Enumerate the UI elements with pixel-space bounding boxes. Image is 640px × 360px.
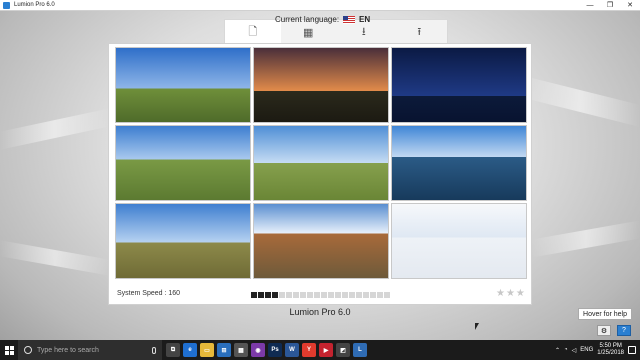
explorer-icon[interactable]: ▭	[200, 343, 214, 357]
media-icon[interactable]: ▶	[319, 343, 333, 357]
scene-thumbnail-desert-plain[interactable]	[115, 203, 251, 279]
sketchup-icon[interactable]: ◩	[336, 343, 350, 357]
edge-icon[interactable]: e	[183, 343, 197, 357]
scene-selection-panel: System Speed : 160 ★★★	[108, 43, 532, 305]
tab-save[interactable]: ⭱	[392, 20, 448, 45]
background-streak	[532, 220, 640, 258]
taskbar-apps: ⧉ e ▭ ⊞ ▦ ◉ Ps W Y ▶ ◩ L	[166, 343, 367, 357]
speed-meter-cell	[384, 292, 390, 298]
task-view-icon[interactable]: ⧉	[166, 343, 180, 357]
scene-thumbnail-grassland-day[interactable]	[115, 47, 251, 123]
product-name: Lumion Pro 6.0	[289, 307, 351, 317]
tab-new-scene[interactable]: 🗋	[225, 20, 281, 45]
network-icon[interactable]: ◔	[564, 347, 568, 353]
scene-thumbnail-mountain-plain[interactable]	[253, 125, 389, 201]
scene-thumbnail-hills-grass[interactable]	[115, 125, 251, 201]
speed-meter-cell	[363, 292, 369, 298]
window-title: Lumion Pro 6.0	[14, 2, 55, 8]
load-icon: ⭳	[361, 26, 366, 38]
language-label: Current language:	[275, 15, 340, 24]
scene-thumbnail-blank-scene[interactable]	[391, 203, 527, 279]
yandex-icon[interactable]: Y	[302, 343, 316, 357]
us-flag-icon[interactable]	[343, 15, 356, 24]
speed-meter-cell	[356, 292, 362, 298]
speed-meter-cell	[321, 292, 327, 298]
speed-meter-cell	[258, 292, 264, 298]
scene-thumbnail-sunset-plain[interactable]	[253, 47, 389, 123]
speed-meter-cell	[377, 292, 383, 298]
speed-meter-cell	[335, 292, 341, 298]
clock[interactable]: 5:50 PM 1/25/2018	[597, 343, 624, 357]
cortana-icon	[24, 346, 32, 354]
background-streak	[520, 75, 640, 127]
clock-date: 1/25/2018	[597, 350, 624, 356]
speed-meter-cell	[293, 292, 299, 298]
background-streak	[0, 240, 110, 276]
tray-chevron-icon[interactable]: ⌃	[555, 347, 560, 354]
notifications-icon[interactable]	[628, 346, 636, 354]
speed-meter	[251, 292, 390, 298]
search-placeholder: Type here to search	[37, 346, 99, 354]
calculator-icon[interactable]: ▦	[234, 343, 248, 357]
background-streak	[0, 108, 110, 150]
taskbar-search[interactable]: Type here to search	[18, 340, 162, 360]
clock-time: 5:50 PM	[599, 343, 622, 349]
input-language[interactable]: ENG	[580, 347, 593, 353]
volume-icon[interactable]: ◁	[572, 347, 577, 354]
speed-meter-cell	[251, 292, 257, 298]
speed-meter-cell	[307, 292, 313, 298]
speed-meter-cell	[370, 292, 376, 298]
settings-button[interactable]: ⚙	[597, 325, 611, 336]
lumion-icon[interactable]: L	[353, 343, 367, 357]
windows-logo-icon	[4, 345, 14, 355]
speed-meter-cell	[349, 292, 355, 298]
scene-thumbnail-mountain-lake[interactable]	[391, 125, 527, 201]
system-tray: ⌃ ◔ ◁ ENG 5:50 PM 1/25/2018	[555, 343, 640, 357]
system-speed-label: System Speed :	[117, 290, 167, 297]
start-button[interactable]	[0, 340, 18, 360]
word-icon[interactable]: W	[285, 343, 299, 357]
save-icon: ⭱	[417, 26, 422, 38]
performance-stars: ★★★	[496, 288, 526, 299]
speed-meter-cell	[279, 292, 285, 298]
minimize-button[interactable]: —	[580, 0, 600, 11]
scene-template-grid	[115, 47, 527, 279]
help-button[interactable]: ?	[617, 325, 631, 336]
speed-meter-cell	[272, 292, 278, 298]
mouse-cursor-icon	[475, 323, 479, 330]
speed-meter-cell	[342, 292, 348, 298]
scene-thumbnail-night-ocean[interactable]	[391, 47, 527, 123]
maximize-button[interactable]: ❐	[600, 0, 620, 11]
document-icon: 🗋	[248, 26, 258, 38]
speed-meter-cell	[328, 292, 334, 298]
photoshop-icon[interactable]: Ps	[268, 343, 282, 357]
language-selector[interactable]: Current language: EN	[275, 15, 370, 24]
title-bar: Lumion Pro 6.0 — ❐ ✕	[0, 0, 640, 11]
store-icon[interactable]: ⊞	[217, 343, 231, 357]
language-code: EN	[359, 15, 371, 24]
system-speed: System Speed : 160	[117, 290, 180, 297]
scene-thumbnail-canyon-water[interactable]	[253, 203, 389, 279]
microphone-icon[interactable]	[152, 346, 156, 354]
lumion-app-icon	[3, 1, 10, 9]
system-speed-value: 160	[168, 290, 181, 297]
speed-meter-cell	[300, 292, 306, 298]
speed-meter-cell	[314, 292, 320, 298]
building-icon: ▦	[303, 27, 314, 39]
speed-meter-cell	[286, 292, 292, 298]
photo-viewer-icon[interactable]: ◉	[251, 343, 265, 357]
speed-meter-cell	[265, 292, 271, 298]
close-button[interactable]: ✕	[620, 0, 640, 11]
help-tooltip: Hover for help	[578, 308, 632, 320]
windows-taskbar: Type here to search ⧉ e ▭ ⊞ ▦ ◉ Ps W Y ▶ ◩ L ⌃ ◔ ◁ …	[0, 340, 640, 360]
